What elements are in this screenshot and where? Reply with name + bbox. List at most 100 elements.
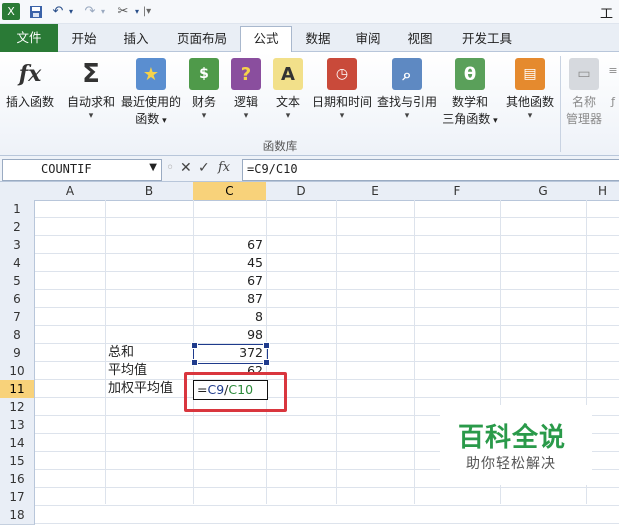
row-header-15[interactable]: 15 [0, 452, 35, 471]
tools-icon[interactable]: ✂ [114, 3, 132, 20]
tab-developer[interactable]: 开发工具 [452, 27, 522, 51]
row-header-4[interactable]: 4 [0, 254, 35, 273]
column-header-e[interactable]: E [336, 182, 415, 201]
name-manager-button[interactable]: ▭ 名称 管理器 [562, 56, 606, 128]
row-header-3[interactable]: 3 [0, 236, 35, 255]
row-header-12[interactable]: 12 [0, 398, 35, 417]
undo-icon[interactable]: ↶ [50, 3, 66, 20]
watermark-subtitle: 助你轻松解决 [466, 456, 556, 472]
insert-function-icon[interactable]: fx [218, 160, 230, 175]
select-all-corner[interactable] [0, 182, 36, 201]
grid-hline [35, 307, 619, 308]
redo-dropdown-icon[interactable]: ▾ [98, 3, 108, 20]
resize-handle[interactable] [191, 359, 198, 366]
lookup-reference-button[interactable]: ⌕ 查找与引用 ▾ [376, 56, 438, 121]
cell-c3[interactable]: 67 [193, 236, 263, 254]
formula-input[interactable]: =C9/C10 [242, 159, 619, 181]
row-header-2[interactable]: 2 [0, 218, 35, 237]
column-header-g[interactable]: G [500, 182, 587, 201]
name-box[interactable]: COUNTIF ▼ [2, 159, 162, 181]
row-header-6[interactable]: 6 [0, 290, 35, 309]
grid-hline [35, 325, 619, 326]
resize-handle[interactable] [191, 342, 198, 349]
tab-formulas[interactable]: 公式 [240, 26, 292, 53]
column-header-h[interactable]: H [586, 182, 619, 201]
row-header-14[interactable]: 14 [0, 434, 35, 453]
recently-used-button[interactable]: ★ 最近使用的 函数 ▾ [118, 56, 184, 130]
tab-review[interactable]: 审阅 [346, 27, 390, 51]
row-header-10[interactable]: 10 [0, 362, 35, 381]
column-header-a[interactable]: A [35, 182, 106, 201]
chevron-down-icon[interactable]: ▼ [149, 162, 157, 173]
cell-b11-weighted-average-label[interactable]: 加权平均值 [108, 380, 173, 398]
more-books-icon: ▤ [515, 58, 545, 90]
financial-book-icon: $ [189, 58, 219, 90]
more-functions-button[interactable]: ▤ 其他函数 ▾ [502, 56, 558, 121]
tab-data[interactable]: 数据 [296, 27, 340, 51]
grid-hline [35, 523, 619, 524]
resize-handle[interactable] [263, 342, 270, 349]
row-header-7[interactable]: 7 [0, 308, 35, 327]
tab-home[interactable]: 开始 [62, 27, 106, 51]
recently-used-label: 最近使用的 [120, 95, 181, 109]
enter-icon[interactable]: ✓ [198, 160, 210, 176]
cell-b10-average-label[interactable]: 平均值 [108, 362, 147, 380]
tab-insert[interactable]: 插入 [114, 27, 158, 51]
text-button[interactable]: A 文本 ▾ [270, 56, 306, 121]
tab-file[interactable]: 文件 [0, 24, 58, 52]
grid-hline [35, 289, 619, 290]
column-header-d[interactable]: D [266, 182, 337, 201]
resize-handle[interactable] [263, 359, 270, 366]
row-header-9[interactable]: 9 [0, 344, 35, 363]
excel-logo-icon: X [2, 3, 20, 20]
cancel-icon[interactable]: ✕ [180, 160, 192, 176]
grid-hline [35, 487, 619, 488]
save-icon[interactable] [28, 3, 44, 20]
chevron-down-icon: ▾ [404, 111, 410, 121]
name-manager-label: 名称 [571, 95, 596, 109]
undo-dropdown-icon[interactable]: ▾ [66, 3, 76, 20]
cell-c6[interactable]: 87 [193, 290, 263, 308]
grid-vline [105, 200, 106, 504]
column-header-b[interactable]: B [105, 182, 194, 201]
logical-book-icon: ? [231, 58, 261, 90]
cell-c7[interactable]: 8 [193, 308, 263, 326]
row-header-8[interactable]: 8 [0, 326, 35, 345]
grid-hline [35, 253, 619, 254]
insert-function-button[interactable]: fx 插入函数 [2, 56, 58, 111]
row-header-18[interactable]: 18 [0, 506, 35, 525]
text-book-icon: A [273, 58, 303, 90]
cell-c8[interactable]: 98 [193, 326, 263, 344]
cell-c5[interactable]: 67 [193, 272, 263, 290]
redo-icon[interactable]: ↷ [82, 3, 98, 20]
row-header-16[interactable]: 16 [0, 470, 35, 489]
column-header-c[interactable]: C [193, 182, 267, 201]
define-name-partial-button[interactable]: ≡ ƒ [606, 56, 619, 110]
tools-dropdown-icon[interactable]: ▾ [132, 3, 142, 20]
row-header-1[interactable]: 1 [0, 200, 35, 219]
row-header-17[interactable]: 17 [0, 488, 35, 507]
row-header-5[interactable]: 5 [0, 272, 35, 291]
window-title: 工 [599, 7, 613, 22]
autosum-button[interactable]: Σ 自动求和 ▾ [62, 56, 120, 122]
math-trig-button[interactable]: θ 数学和 三角函数 ▾ [440, 56, 500, 130]
tab-page-layout[interactable]: 页面布局 [170, 27, 234, 51]
logical-button[interactable]: ? 逻辑 ▾ [228, 56, 264, 121]
row-header-13[interactable]: 13 [0, 416, 35, 435]
cell-c4[interactable]: 45 [193, 254, 263, 272]
financial-button[interactable]: $ 财务 ▾ [186, 56, 222, 121]
column-header-f[interactable]: F [414, 182, 501, 201]
row-header-11[interactable]: 11 [0, 380, 35, 399]
grid-hline [35, 235, 619, 236]
group-separator [560, 56, 561, 152]
fx-icon: fx [18, 60, 42, 87]
date-time-button[interactable]: ◷ 日期和时间 ▾ [310, 56, 374, 121]
expand-grip-icon[interactable]: ◦ [166, 160, 174, 176]
cell-b9-total-label[interactable]: 总和 [108, 344, 134, 362]
name-tag-icon: ▭ [569, 58, 599, 90]
tab-view[interactable]: 视图 [398, 27, 442, 51]
grid-hline [35, 271, 619, 272]
math-trig-label: 数学和 [451, 95, 488, 109]
logical-label: 逻辑 [233, 95, 258, 109]
customize-toolbar-icon[interactable]: |▾ [142, 3, 152, 20]
